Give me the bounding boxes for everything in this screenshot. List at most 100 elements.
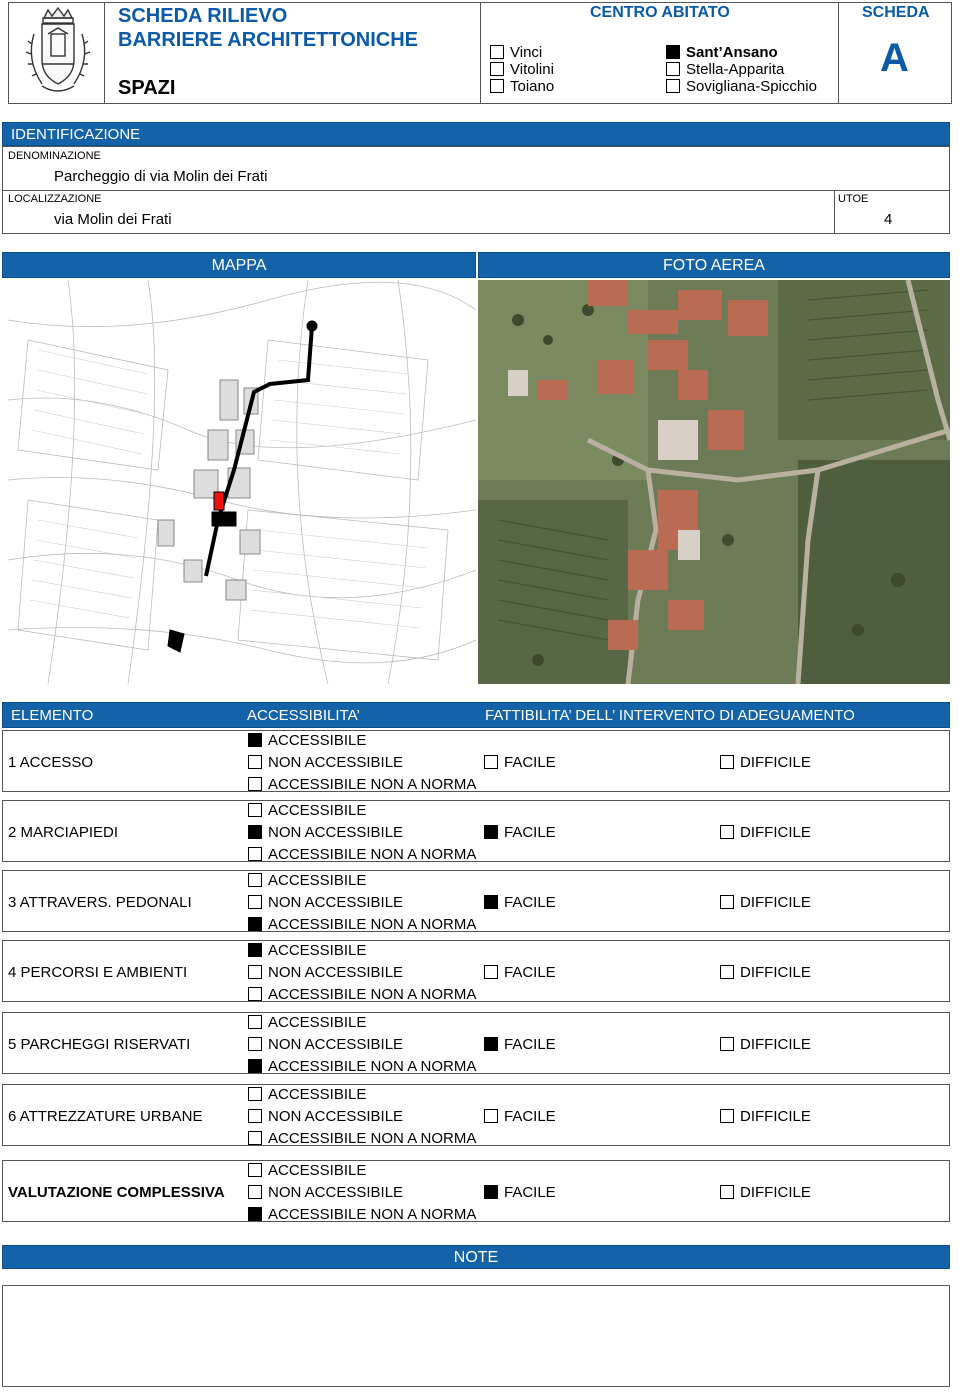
difficult-option[interactable]: DIFFICILE <box>720 824 811 841</box>
checkbox[interactable] <box>720 755 734 769</box>
checkbox[interactable] <box>248 1015 262 1029</box>
checkbox[interactable] <box>248 777 262 791</box>
checkbox[interactable] <box>720 895 734 909</box>
locality-option[interactable]: Vinci <box>490 44 554 61</box>
checkbox[interactable] <box>248 1059 262 1073</box>
notes-area[interactable] <box>2 1285 950 1387</box>
checkbox[interactable] <box>484 965 498 979</box>
accessible-option[interactable]: ACCESSIBILE <box>248 942 366 959</box>
checkbox[interactable] <box>248 1131 262 1145</box>
checkbox[interactable] <box>248 895 262 909</box>
checkbox[interactable] <box>484 755 498 769</box>
accessible-option[interactable]: ACCESSIBILE <box>248 872 366 889</box>
aerial-photo <box>478 280 950 684</box>
checkbox[interactable] <box>490 79 504 93</box>
checkbox-label: FACILE <box>504 824 556 841</box>
checkbox[interactable] <box>484 1109 498 1123</box>
easy-option[interactable]: FACILE <box>484 894 556 911</box>
assessment-header: ELEMENTO ACCESSIBILITA’ FATTIBILITA’ DEL… <box>2 702 950 728</box>
checkbox[interactable] <box>666 45 680 59</box>
checkbox[interactable] <box>248 1185 262 1199</box>
element-name: 2 MARCIAPIEDI <box>8 824 119 841</box>
non-accessible-option[interactable]: NON ACCESSIBILE <box>248 1184 403 1201</box>
locality-options-col1: Vinci Vitolini Toiano <box>490 44 554 95</box>
checkbox[interactable] <box>484 825 498 839</box>
checkbox[interactable] <box>248 943 262 957</box>
locality-option[interactable]: Toiano <box>490 78 554 95</box>
not-compliant-option[interactable]: ACCESSIBILE NON A NORMA <box>248 916 476 933</box>
non-accessible-option[interactable]: NON ACCESSIBILE <box>248 964 403 981</box>
checkbox[interactable] <box>248 803 262 817</box>
non-accessible-option[interactable]: NON ACCESSIBILE <box>248 824 403 841</box>
checkbox[interactable] <box>720 1109 734 1123</box>
non-accessible-option[interactable]: NON ACCESSIBILE <box>248 754 403 771</box>
not-compliant-option[interactable]: ACCESSIBILE NON A NORMA <box>248 1130 476 1147</box>
non-accessible-option[interactable]: NON ACCESSIBILE <box>248 894 403 911</box>
difficult-option[interactable]: DIFFICILE <box>720 1184 811 1201</box>
locality-option[interactable]: Sovigliana-Spicchio <box>666 78 817 95</box>
locality-option[interactable]: Vitolini <box>490 61 554 78</box>
difficult-option[interactable]: DIFFICILE <box>720 964 811 981</box>
accessible-option[interactable]: ACCESSIBILE <box>248 802 366 819</box>
non-accessible-option[interactable]: NON ACCESSIBILE <box>248 1036 403 1053</box>
checkbox[interactable] <box>248 987 262 1001</box>
not-compliant-option[interactable]: ACCESSIBILE NON A NORMA <box>248 986 476 1003</box>
checkbox-label: ACCESSIBILE NON A NORMA <box>268 1130 477 1147</box>
easy-option[interactable]: FACILE <box>484 754 556 771</box>
non-accessible-option[interactable]: NON ACCESSIBILE <box>248 1108 403 1125</box>
accessible-option[interactable]: ACCESSIBILE <box>248 1162 366 1179</box>
accessible-option[interactable]: ACCESSIBILE <box>248 732 366 749</box>
checkbox[interactable] <box>720 1185 734 1199</box>
checkbox[interactable] <box>490 62 504 76</box>
checkbox[interactable] <box>248 733 262 747</box>
checkbox[interactable] <box>666 79 680 93</box>
accessible-option[interactable]: ACCESSIBILE <box>248 1086 366 1103</box>
checkbox[interactable] <box>248 1037 262 1051</box>
difficult-option[interactable]: DIFFICILE <box>720 754 811 771</box>
checkbox[interactable] <box>248 965 262 979</box>
checkbox[interactable] <box>248 1087 262 1101</box>
easy-option[interactable]: FACILE <box>484 1184 556 1201</box>
easy-option[interactable]: FACILE <box>484 1036 556 1053</box>
checkbox[interactable] <box>248 755 262 769</box>
localizzazione-value: via Molin dei Frati <box>54 211 172 228</box>
checkbox[interactable] <box>248 1163 262 1177</box>
not-compliant-option[interactable]: ACCESSIBILE NON A NORMA <box>248 776 476 793</box>
accessible-option[interactable]: ACCESSIBILE <box>248 1014 366 1031</box>
checkbox-label: Stella-Apparita <box>686 61 785 78</box>
difficult-option[interactable]: DIFFICILE <box>720 894 811 911</box>
checkbox[interactable] <box>248 917 262 931</box>
not-compliant-option[interactable]: ACCESSIBILE NON A NORMA <box>248 1206 476 1223</box>
difficult-option[interactable]: DIFFICILE <box>720 1036 811 1053</box>
coat-of-arms-logo <box>18 4 98 100</box>
checkbox[interactable] <box>248 825 262 839</box>
easy-option[interactable]: FACILE <box>484 1108 556 1125</box>
not-compliant-option[interactable]: ACCESSIBILE NON A NORMA <box>248 846 476 863</box>
difficult-option[interactable]: DIFFICILE <box>720 1108 811 1125</box>
checkbox-label: Sovigliana-Spicchio <box>686 78 817 95</box>
checkbox[interactable] <box>248 1109 262 1123</box>
checkbox[interactable] <box>720 1037 734 1051</box>
checkbox[interactable] <box>484 1185 498 1199</box>
locality-option[interactable]: Sant’Ansano <box>666 44 817 61</box>
form-title: SCHEDA RILIEVO <box>118 5 288 27</box>
checkbox[interactable] <box>490 45 504 59</box>
checkbox[interactable] <box>248 873 262 887</box>
checkbox-label: ACCESSIBILE <box>268 1162 367 1179</box>
checkbox[interactable] <box>720 825 734 839</box>
checkbox-label: NON ACCESSIBILE <box>268 754 404 771</box>
checkbox-label: DIFFICILE <box>740 894 811 911</box>
not-compliant-option[interactable]: ACCESSIBILE NON A NORMA <box>248 1058 476 1075</box>
easy-option[interactable]: FACILE <box>484 824 556 841</box>
checkbox-label: ACCESSIBILE NON A NORMA <box>268 986 477 1003</box>
identification-header: IDENTIFICAZIONE <box>2 122 950 146</box>
checkbox[interactable] <box>484 1037 498 1051</box>
checkbox[interactable] <box>720 965 734 979</box>
checkbox[interactable] <box>248 1207 262 1221</box>
easy-option[interactable]: FACILE <box>484 964 556 981</box>
checkbox[interactable] <box>248 847 262 861</box>
checkbox[interactable] <box>666 62 680 76</box>
checkbox[interactable] <box>484 895 498 909</box>
locality-option[interactable]: Stella-Apparita <box>666 61 817 78</box>
checkbox-label: DIFFICILE <box>740 1108 811 1125</box>
